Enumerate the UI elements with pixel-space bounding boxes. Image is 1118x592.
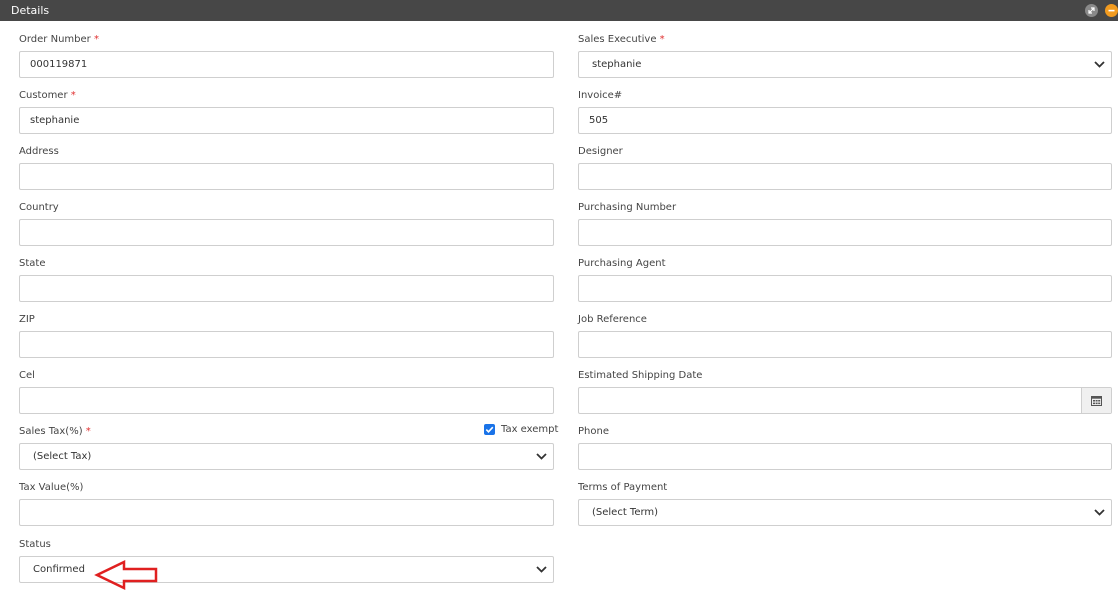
minimize-icon[interactable] xyxy=(1105,4,1118,17)
purchasing-agent-input[interactable] xyxy=(578,275,1112,302)
tax-value-label: Tax Value(%) xyxy=(19,482,84,493)
customer-label: Customer xyxy=(19,90,68,101)
calendar-icon xyxy=(1091,396,1102,406)
address-label: Address xyxy=(19,146,59,157)
country-input[interactable] xyxy=(19,219,554,246)
purchasing-number-label: Purchasing Number xyxy=(578,202,677,213)
terms-of-payment-label: Terms of Payment xyxy=(578,482,668,493)
terms-of-payment-selected: (Select Term) xyxy=(592,507,659,518)
job-reference-input[interactable] xyxy=(578,331,1112,358)
phone-label: Phone xyxy=(578,426,609,437)
cel-input[interactable] xyxy=(19,387,554,414)
tax-exempt-label: Tax exempt xyxy=(501,424,559,435)
purchasing-agent-label: Purchasing Agent xyxy=(578,258,666,269)
required-mark: * xyxy=(70,90,76,101)
sales-tax-selected: (Select Tax) xyxy=(33,451,92,462)
panel-header: Details xyxy=(0,0,1118,21)
sales-tax-label: Sales Tax(%) xyxy=(19,426,83,437)
chevron-down-icon xyxy=(536,453,547,460)
state-label: State xyxy=(19,258,46,269)
expand-icon[interactable] xyxy=(1085,4,1098,17)
arrow-left-icon xyxy=(94,560,158,590)
est-shipping-date-label: Estimated Shipping Date xyxy=(578,370,703,381)
sales-tax-select[interactable]: (Select Tax) xyxy=(19,443,554,470)
chevron-down-icon xyxy=(536,566,547,573)
required-mark: * xyxy=(659,34,665,45)
customer-input[interactable]: stephanie xyxy=(19,107,554,134)
chevron-down-icon xyxy=(1094,509,1105,516)
sales-executive-select[interactable]: stephanie xyxy=(578,51,1112,78)
invoice-input[interactable]: 505 xyxy=(578,107,1112,134)
chevron-down-icon xyxy=(1094,61,1105,68)
state-input[interactable] xyxy=(19,275,554,302)
required-mark: * xyxy=(85,426,91,437)
zip-input[interactable] xyxy=(19,331,554,358)
checkbox-checked-icon[interactable] xyxy=(484,424,495,435)
panel-title: Details xyxy=(11,4,50,17)
designer-input[interactable] xyxy=(578,163,1112,190)
required-mark: * xyxy=(93,34,99,45)
purchasing-number-input[interactable] xyxy=(578,219,1112,246)
sales-executive-label: Sales Executive xyxy=(578,34,657,45)
job-reference-label: Job Reference xyxy=(578,314,647,325)
sales-executive-selected: stephanie xyxy=(592,59,642,70)
status-label: Status xyxy=(19,539,51,550)
invoice-label: Invoice# xyxy=(578,90,623,101)
calendar-button[interactable] xyxy=(1081,388,1111,413)
cel-label: Cel xyxy=(19,370,35,381)
designer-label: Designer xyxy=(578,146,623,157)
order-number-label: Order Number xyxy=(19,34,91,45)
terms-of-payment-select[interactable]: (Select Term) xyxy=(578,499,1112,526)
address-input[interactable] xyxy=(19,163,554,190)
phone-input[interactable] xyxy=(578,443,1112,470)
order-number-input[interactable]: 000119871 xyxy=(19,51,554,78)
est-shipping-date-input[interactable] xyxy=(578,387,1112,414)
zip-label: ZIP xyxy=(19,314,35,325)
country-label: Country xyxy=(19,202,59,213)
status-selected: Confirmed xyxy=(33,564,85,575)
tax-value-input[interactable] xyxy=(19,499,554,526)
